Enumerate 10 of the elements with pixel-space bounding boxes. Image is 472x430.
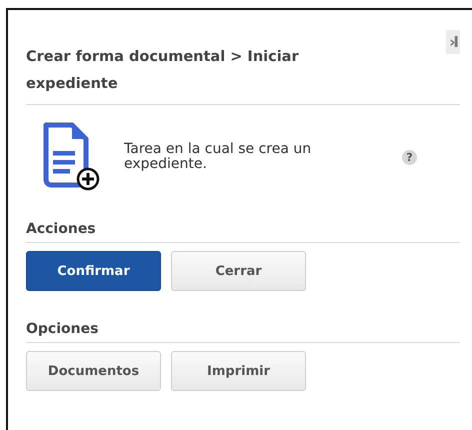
action-button[interactable]: Documentos bbox=[26, 351, 161, 391]
help-icon[interactable]: ? bbox=[402, 150, 417, 164]
task-description: Tarea en la cual se crea un expediente. bbox=[124, 142, 312, 172]
section-heading: Opciones bbox=[26, 321, 460, 343]
primary-button[interactable]: Confirmar bbox=[26, 251, 161, 291]
action-button[interactable]: Cerrar bbox=[171, 251, 306, 291]
panel-title: Crear forma documental > Iniciar expediente bbox=[26, 48, 300, 94]
action-button[interactable]: Imprimir bbox=[171, 351, 306, 391]
section-heading: Acciones bbox=[26, 221, 460, 243]
collapse-button[interactable]: ›I bbox=[446, 30, 460, 54]
